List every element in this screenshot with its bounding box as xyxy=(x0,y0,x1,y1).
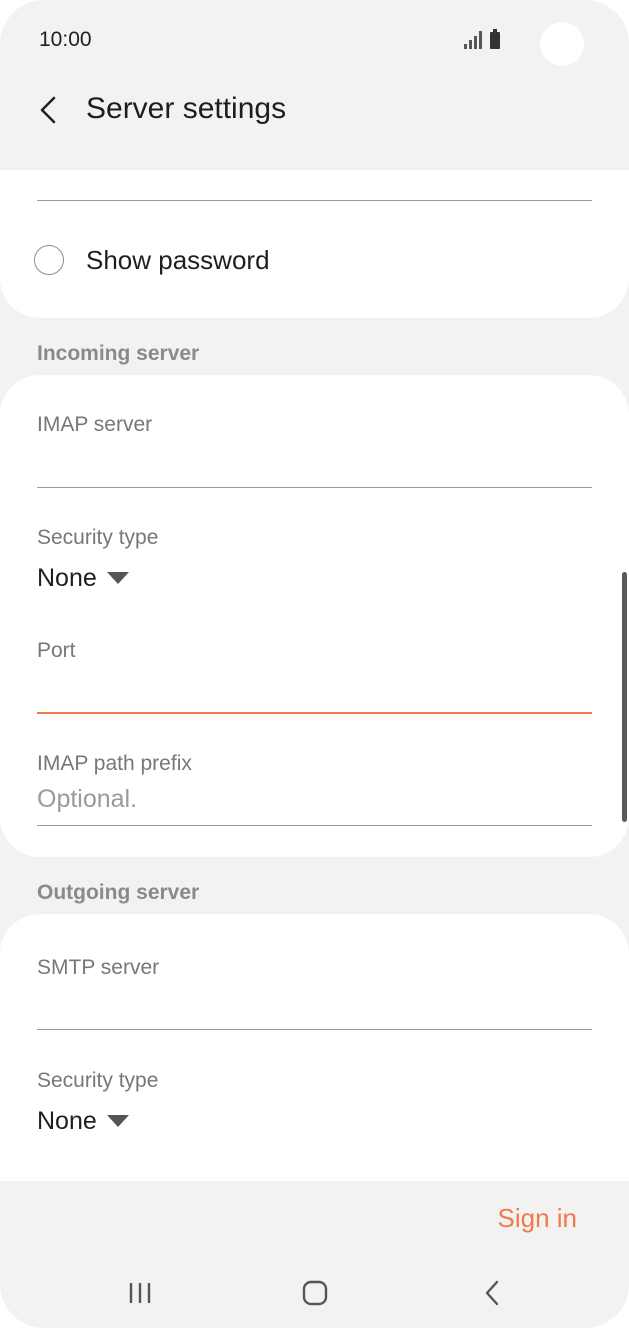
outgoing-security-type-dropdown[interactable]: None xyxy=(37,1104,129,1138)
incoming-security-type-value: None xyxy=(37,563,97,592)
back-button[interactable] xyxy=(26,88,70,132)
home-icon xyxy=(302,1280,328,1306)
signal-icon xyxy=(464,29,500,49)
page-title: Server settings xyxy=(86,92,287,125)
home-button[interactable] xyxy=(285,1273,345,1313)
recent-apps-icon xyxy=(129,1283,151,1303)
scrollbar[interactable] xyxy=(622,572,627,822)
nav-back-icon xyxy=(485,1280,499,1306)
navigation-bar xyxy=(0,1261,629,1328)
imap-path-prefix-underline xyxy=(37,825,592,826)
outgoing-security-type-label: Security type xyxy=(37,1069,159,1092)
incoming-port-input[interactable] xyxy=(37,671,592,707)
nav-back-button[interactable] xyxy=(462,1273,522,1313)
status-icons xyxy=(462,29,506,49)
incoming-security-type-dropdown[interactable]: None xyxy=(37,561,129,595)
recent-apps-button[interactable] xyxy=(110,1273,170,1313)
outgoing-server-header: Outgoing server xyxy=(37,881,200,904)
imap-server-underline xyxy=(37,487,592,488)
smtp-server-label: SMTP server xyxy=(37,956,160,979)
password-field-underline xyxy=(37,200,592,201)
smtp-server-underline xyxy=(37,1029,592,1030)
incoming-port-label: Port xyxy=(37,639,76,662)
show-password-toggle[interactable]: Show password xyxy=(34,242,334,278)
imap-server-label: IMAP server xyxy=(37,413,153,436)
dropdown-arrow-icon xyxy=(106,1115,129,1127)
app-bar: Server settings xyxy=(0,80,629,170)
phone-screen: 10:00 Server settings Show password Inco… xyxy=(0,0,629,1328)
sign-in-button[interactable]: Sign in xyxy=(498,1203,578,1234)
incoming-server-header: Incoming server xyxy=(37,342,200,365)
show-password-checkbox[interactable] xyxy=(34,245,64,275)
account-card: Show password xyxy=(0,170,629,318)
dropdown-arrow-icon xyxy=(106,572,129,584)
imap-path-prefix-label: IMAP path prefix xyxy=(37,752,192,775)
outgoing-server-card: SMTP server Security type None xyxy=(0,914,629,1184)
incoming-security-type-label: Security type xyxy=(37,526,159,549)
back-arrow-icon xyxy=(40,96,56,124)
incoming-server-card: IMAP server Security type None Port IMAP… xyxy=(0,375,629,857)
bottom-action-bar: Sign in xyxy=(0,1181,629,1261)
imap-path-prefix-input[interactable] xyxy=(37,781,592,817)
imap-server-input[interactable] xyxy=(37,445,592,481)
status-bar: 10:00 xyxy=(0,0,629,80)
smtp-server-input[interactable] xyxy=(37,988,592,1024)
outgoing-security-type-value: None xyxy=(37,1106,97,1135)
incoming-port-underline xyxy=(37,712,592,714)
camera-cutout xyxy=(540,22,584,66)
status-time: 10:00 xyxy=(39,28,92,51)
show-password-label: Show password xyxy=(86,244,270,275)
